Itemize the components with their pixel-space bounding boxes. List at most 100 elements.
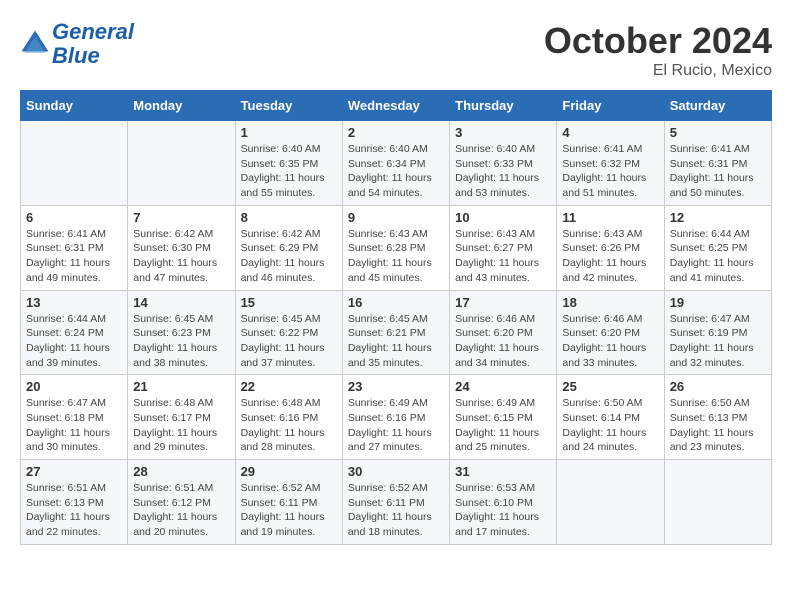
- day-info: Sunrise: 6:45 AM Sunset: 6:22 PM Dayligh…: [241, 312, 337, 371]
- weekday-header-tuesday: Tuesday: [235, 91, 342, 121]
- page-header: General Blue October 2024 El Rucio, Mexi…: [20, 20, 772, 80]
- calendar-week-5: 27 Sunrise: 6:51 AM Sunset: 6:13 PM Dayli…: [21, 460, 772, 545]
- day-number: 20: [26, 379, 122, 394]
- day-info: Sunrise: 6:41 AM Sunset: 6:31 PM Dayligh…: [670, 142, 766, 201]
- day-info: Sunrise: 6:43 AM Sunset: 6:27 PM Dayligh…: [455, 227, 551, 286]
- calendar-cell: 17Sunrise: 6:46 AM Sunset: 6:20 PM Dayli…: [450, 290, 557, 375]
- day-info: Sunrise: 6:45 AM Sunset: 6:23 PM Dayligh…: [133, 312, 229, 371]
- calendar-cell: 16 Sunrise: 6:45 AM Sunset: 6:21 PM Dayli…: [342, 290, 449, 375]
- weekday-header-friday: Friday: [557, 91, 664, 121]
- weekday-header-row: SundayMondayTuesdayWednesdayThursdayFrid…: [21, 91, 772, 121]
- day-number: 2: [348, 125, 444, 140]
- day-info: Sunrise: 6:43 AM Sunset: 6:26 PM Dayligh…: [562, 227, 658, 286]
- day-info: Sunrise: 6:45 AM Sunset: 6:21 PM Dayligh…: [348, 312, 444, 371]
- location-title: El Rucio, Mexico: [544, 62, 772, 80]
- month-title: October 2024: [544, 20, 772, 62]
- day-info: Sunrise: 6:49 AM Sunset: 6:15 PM Dayligh…: [455, 396, 551, 455]
- day-info: Sunrise: 6:50 AM Sunset: 6:14 PM Dayligh…: [562, 396, 658, 455]
- calendar-cell: [128, 121, 235, 206]
- day-number: 13: [26, 295, 122, 310]
- calendar-cell: 18 Sunrise: 6:46 AM Sunset: 6:20 PM Dayli…: [557, 290, 664, 375]
- day-info: Sunrise: 6:42 AM Sunset: 6:30 PM Dayligh…: [133, 227, 229, 286]
- day-info: Sunrise: 6:44 AM Sunset: 6:25 PM Dayligh…: [670, 227, 766, 286]
- day-number: 14: [133, 295, 229, 310]
- day-info: Sunrise: 6:41 AM Sunset: 6:32 PM Dayligh…: [562, 142, 658, 201]
- day-number: 29: [241, 464, 337, 479]
- calendar-cell: 11 Sunrise: 6:43 AM Sunset: 6:26 PM Dayli…: [557, 205, 664, 290]
- day-number: 24: [455, 379, 551, 394]
- day-number: 27: [26, 464, 122, 479]
- calendar-cell: 23Sunrise: 6:49 AM Sunset: 6:16 PM Dayli…: [342, 375, 449, 460]
- calendar-cell: 10 Sunrise: 6:43 AM Sunset: 6:27 PM Dayli…: [450, 205, 557, 290]
- day-number: 4: [562, 125, 658, 140]
- calendar-cell: 2 Sunrise: 6:40 AM Sunset: 6:34 PM Daylig…: [342, 121, 449, 206]
- calendar-week-3: 13 Sunrise: 6:44 AM Sunset: 6:24 PM Dayli…: [21, 290, 772, 375]
- calendar-cell: 7 Sunrise: 6:42 AM Sunset: 6:30 PM Daylig…: [128, 205, 235, 290]
- day-info: Sunrise: 6:40 AM Sunset: 6:35 PM Dayligh…: [241, 142, 337, 201]
- day-info: Sunrise: 6:51 AM Sunset: 6:13 PM Dayligh…: [26, 481, 122, 540]
- day-number: 8: [241, 210, 337, 225]
- weekday-header-saturday: Saturday: [664, 91, 771, 121]
- day-number: 17: [455, 295, 551, 310]
- calendar-cell: [21, 121, 128, 206]
- weekday-header-thursday: Thursday: [450, 91, 557, 121]
- calendar-cell: 29Sunrise: 6:52 AM Sunset: 6:11 PM Dayli…: [235, 460, 342, 545]
- calendar-cell: 21Sunrise: 6:48 AM Sunset: 6:17 PM Dayli…: [128, 375, 235, 460]
- calendar-table: SundayMondayTuesdayWednesdayThursdayFrid…: [20, 90, 772, 545]
- day-number: 22: [241, 379, 337, 394]
- calendar-cell: 15 Sunrise: 6:45 AM Sunset: 6:22 PM Dayli…: [235, 290, 342, 375]
- day-number: 30: [348, 464, 444, 479]
- day-info: Sunrise: 6:51 AM Sunset: 6:12 PM Dayligh…: [133, 481, 229, 540]
- title-area: October 2024 El Rucio, Mexico: [544, 20, 772, 80]
- day-number: 9: [348, 210, 444, 225]
- day-info: Sunrise: 6:48 AM Sunset: 6:17 PM Dayligh…: [133, 396, 229, 455]
- day-number: 16: [348, 295, 444, 310]
- calendar-cell: 8 Sunrise: 6:42 AM Sunset: 6:29 PM Daylig…: [235, 205, 342, 290]
- day-info: Sunrise: 6:44 AM Sunset: 6:24 PM Dayligh…: [26, 312, 122, 371]
- calendar-cell: 28Sunrise: 6:51 AM Sunset: 6:12 PM Dayli…: [128, 460, 235, 545]
- logo-text-blue: Blue: [52, 44, 134, 68]
- day-info: Sunrise: 6:42 AM Sunset: 6:29 PM Dayligh…: [241, 227, 337, 286]
- day-info: Sunrise: 6:47 AM Sunset: 6:18 PM Dayligh…: [26, 396, 122, 455]
- day-info: Sunrise: 6:43 AM Sunset: 6:28 PM Dayligh…: [348, 227, 444, 286]
- calendar-cell: 12Sunrise: 6:44 AM Sunset: 6:25 PM Dayli…: [664, 205, 771, 290]
- day-number: 3: [455, 125, 551, 140]
- calendar-cell: 9 Sunrise: 6:43 AM Sunset: 6:28 PM Daylig…: [342, 205, 449, 290]
- calendar-cell: 4 Sunrise: 6:41 AM Sunset: 6:32 PM Daylig…: [557, 121, 664, 206]
- calendar-cell: 1 Sunrise: 6:40 AM Sunset: 6:35 PM Daylig…: [235, 121, 342, 206]
- day-number: 19: [670, 295, 766, 310]
- calendar-cell: 3 Sunrise: 6:40 AM Sunset: 6:33 PM Daylig…: [450, 121, 557, 206]
- day-number: 7: [133, 210, 229, 225]
- day-info: Sunrise: 6:40 AM Sunset: 6:34 PM Dayligh…: [348, 142, 444, 201]
- calendar-cell: 26Sunrise: 6:50 AM Sunset: 6:13 PM Dayli…: [664, 375, 771, 460]
- calendar-cell: 6 Sunrise: 6:41 AM Sunset: 6:31 PM Daylig…: [21, 205, 128, 290]
- day-number: 26: [670, 379, 766, 394]
- day-info: Sunrise: 6:49 AM Sunset: 6:16 PM Dayligh…: [348, 396, 444, 455]
- day-number: 15: [241, 295, 337, 310]
- day-info: Sunrise: 6:53 AM Sunset: 6:10 PM Dayligh…: [455, 481, 551, 540]
- calendar-cell: 20 Sunrise: 6:47 AM Sunset: 6:18 PM Dayli…: [21, 375, 128, 460]
- day-info: Sunrise: 6:40 AM Sunset: 6:33 PM Dayligh…: [455, 142, 551, 201]
- day-number: 1: [241, 125, 337, 140]
- calendar-cell: 27 Sunrise: 6:51 AM Sunset: 6:13 PM Dayli…: [21, 460, 128, 545]
- calendar-cell: 25Sunrise: 6:50 AM Sunset: 6:14 PM Dayli…: [557, 375, 664, 460]
- calendar-cell: 22 Sunrise: 6:48 AM Sunset: 6:16 PM Dayli…: [235, 375, 342, 460]
- calendar-cell: 14 Sunrise: 6:45 AM Sunset: 6:23 PM Dayli…: [128, 290, 235, 375]
- calendar-week-1: 1 Sunrise: 6:40 AM Sunset: 6:35 PM Daylig…: [21, 121, 772, 206]
- calendar-week-4: 20 Sunrise: 6:47 AM Sunset: 6:18 PM Dayli…: [21, 375, 772, 460]
- calendar-cell: [557, 460, 664, 545]
- calendar-week-2: 6 Sunrise: 6:41 AM Sunset: 6:31 PM Daylig…: [21, 205, 772, 290]
- day-number: 6: [26, 210, 122, 225]
- day-info: Sunrise: 6:46 AM Sunset: 6:20 PM Dayligh…: [562, 312, 658, 371]
- day-number: 11: [562, 210, 658, 225]
- day-number: 10: [455, 210, 551, 225]
- day-number: 18: [562, 295, 658, 310]
- logo: General Blue: [20, 20, 134, 68]
- day-info: Sunrise: 6:48 AM Sunset: 6:16 PM Dayligh…: [241, 396, 337, 455]
- day-number: 5: [670, 125, 766, 140]
- weekday-header-wednesday: Wednesday: [342, 91, 449, 121]
- calendar-cell: 19Sunrise: 6:47 AM Sunset: 6:19 PM Dayli…: [664, 290, 771, 375]
- day-info: Sunrise: 6:52 AM Sunset: 6:11 PM Dayligh…: [348, 481, 444, 540]
- day-info: Sunrise: 6:41 AM Sunset: 6:31 PM Dayligh…: [26, 227, 122, 286]
- calendar-cell: [664, 460, 771, 545]
